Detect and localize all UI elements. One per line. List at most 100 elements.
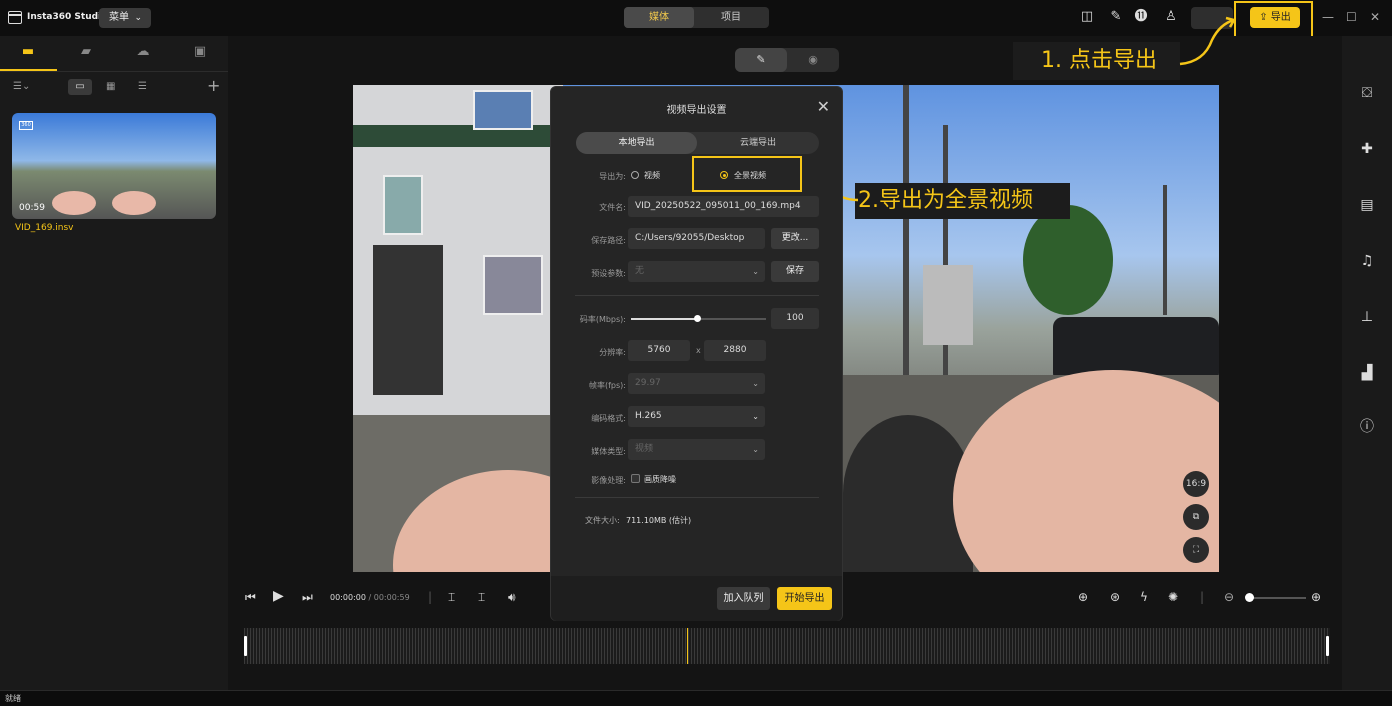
menu-button[interactable]: 菜单 ⌄ <box>99 8 151 28</box>
small-grid-icon[interactable]: ▦ <box>106 81 115 92</box>
badge-icon[interactable]: ⓫ <box>1133 9 1149 25</box>
utility-pole <box>903 85 909 375</box>
zoom-slider-track[interactable] <box>1250 597 1306 599</box>
resolution-height-input[interactable]: 2880 <box>704 340 766 361</box>
thumbnail-image-part <box>112 191 156 215</box>
add-keyframe-icon[interactable]: ⊕ <box>1078 590 1088 604</box>
export-highlight-box <box>1234 1 1313 41</box>
mode-switch: 媒体 项目 <box>624 7 769 28</box>
radio-video-label[interactable]: 视频 <box>644 170 660 181</box>
media-thumbnail[interactable]: 360 00:59 <box>12 113 216 219</box>
timeline-track[interactable] <box>244 628 1330 664</box>
360-badge-icon: 360 <box>19 121 33 130</box>
divider <box>575 295 819 296</box>
filesize-label: 文件大小: <box>585 516 620 525</box>
add-icon[interactable]: + <box>207 76 220 95</box>
timecode: 00:00:00 / 00:00:59 <box>330 593 410 602</box>
radio-video[interactable] <box>631 171 639 179</box>
playhead[interactable] <box>687 628 688 664</box>
tab-media[interactable]: 媒体 <box>624 7 694 28</box>
resolution-label: 分辨率: <box>599 348 626 357</box>
trim-end-icon[interactable]: ⌶ <box>478 590 485 605</box>
plugin-icon[interactable]: ✚ <box>1358 140 1376 158</box>
status-bar: 就绪 <box>0 690 1392 706</box>
fps-value: 29.97 <box>635 378 661 388</box>
stamp-icon[interactable]: ⊥ <box>1358 308 1376 326</box>
zoom-slider-handle[interactable] <box>1245 593 1254 602</box>
audio-icon[interactable]: ♫ <box>1358 252 1376 270</box>
change-path-button[interactable]: 更改... <box>771 228 819 249</box>
notes-icon[interactable]: ✎ <box>1108 9 1124 25</box>
motion-icon[interactable]: ✺ <box>1168 590 1178 604</box>
import-icon[interactable]: ▣ <box>192 44 208 60</box>
preview-eye-icon[interactable]: ◉ <box>787 48 839 72</box>
denoise-label[interactable]: 画质降噪 <box>644 474 676 485</box>
timeline-start-handle[interactable] <box>244 636 247 656</box>
trim-start-icon[interactable]: ⌶ <box>448 590 455 605</box>
arrow-icon <box>1179 16 1236 66</box>
annotation-step1: 1. 点击导出 <box>1013 42 1180 80</box>
tab-local-export[interactable]: 本地导出 <box>576 132 697 154</box>
info-icon[interactable]: ⓘ <box>1358 418 1376 436</box>
maximize-icon[interactable]: ☐ <box>1346 10 1357 24</box>
folder-icon[interactable]: ▰ <box>78 44 94 60</box>
tab-cloud-export[interactable]: 云端导出 <box>697 132 819 154</box>
chevron-down-icon: ⌄ <box>752 412 759 421</box>
panorama-highlight-box <box>692 156 802 192</box>
prev-frame-icon[interactable]: ⏮ <box>245 590 256 605</box>
list-view-icon[interactable]: ☰ <box>138 81 147 92</box>
tab-project[interactable]: 项目 <box>696 7 766 28</box>
fps-label: 帧率(fps): <box>589 381 626 390</box>
bitrate-slider-fill <box>631 318 697 320</box>
cloud-icon[interactable]: ☁ <box>135 44 151 60</box>
app-title: Insta360 Studio <box>27 12 108 22</box>
next-frame-icon[interactable]: ⏭ <box>302 590 313 605</box>
media-add-icon[interactable]: ▤ <box>1358 196 1376 214</box>
sort-icon[interactable]: ☰⌄ <box>13 81 30 92</box>
camera-icon[interactable]: ⛋ <box>1358 84 1376 102</box>
speed-icon[interactable]: ϟ <box>1140 590 1148 604</box>
media-panel: ▬ ▰ ☁ ▣ ☰⌄ ▭ ▦ ☰ + 360 00:59 VID_169.ins… <box>0 36 228 690</box>
local-media-icon[interactable]: ▬ <box>20 44 36 60</box>
divider <box>0 71 228 72</box>
utility-pole <box>1163 185 1167 315</box>
start-export-button[interactable]: 开始导出 <box>777 587 832 610</box>
minimize-icon[interactable]: — <box>1322 10 1334 24</box>
add-to-queue-button[interactable]: 加入队列 <box>717 587 770 610</box>
bitrate-input[interactable]: 100 <box>771 308 819 329</box>
resolution-width-input[interactable]: 5760 <box>628 340 690 361</box>
timeline-end-handle[interactable] <box>1326 636 1329 656</box>
aspect-ratio-button[interactable]: 16:9 <box>1183 471 1209 497</box>
crop-icon[interactable]: ⧉ <box>1183 504 1209 530</box>
preset-select[interactable]: 无 ⌄ <box>628 261 765 282</box>
menu-label: 菜单 <box>109 12 129 23</box>
transformer-box <box>923 265 973 345</box>
dialog-footer: 加入队列 开始导出 <box>551 576 842 621</box>
layers-icon[interactable]: ▟ <box>1358 364 1376 382</box>
book-icon[interactable]: ◫ <box>1079 9 1095 25</box>
play-icon[interactable]: ▶ <box>273 588 284 604</box>
denoise-checkbox[interactable] <box>631 474 640 483</box>
doorway <box>373 245 443 395</box>
large-grid-icon[interactable]: ▭ <box>68 79 92 95</box>
save-preset-button[interactable]: 保存 <box>771 261 819 282</box>
fps-select[interactable]: 29.97 ⌄ <box>628 373 765 394</box>
tracking-icon[interactable]: ⊛ <box>1110 590 1120 604</box>
preset-value: 无 <box>635 266 645 276</box>
export-destination-switch: 本地导出 云端导出 <box>576 132 819 154</box>
close-window-icon[interactable]: ✕ <box>1370 10 1380 24</box>
close-icon[interactable]: ✕ <box>817 97 830 116</box>
preset-label: 预设参数: <box>591 269 626 278</box>
annotation-step2: 2.导出为全景视频 <box>855 183 1070 219</box>
filename-input[interactable]: VID_20250522_095011_00_169.mp4 <box>628 196 819 217</box>
edit-view-icon[interactable]: ✎ <box>735 48 787 72</box>
media-filename[interactable]: VID_169.insv <box>15 223 74 233</box>
zoom-out-icon[interactable]: ⊖ <box>1224 590 1234 604</box>
media-type-select[interactable]: 视频 ⌄ <box>628 439 765 460</box>
codec-select[interactable]: H.265 ⌄ <box>628 406 765 427</box>
zoom-in-icon[interactable]: ⊕ <box>1311 590 1321 604</box>
volume-icon[interactable]: 🔊︎ <box>508 590 516 605</box>
fullscreen-icon[interactable]: ⛶ <box>1183 537 1209 563</box>
save-path-input[interactable]: C:/Users/92055/Desktop <box>628 228 765 249</box>
bitrate-slider-handle[interactable] <box>694 315 701 322</box>
